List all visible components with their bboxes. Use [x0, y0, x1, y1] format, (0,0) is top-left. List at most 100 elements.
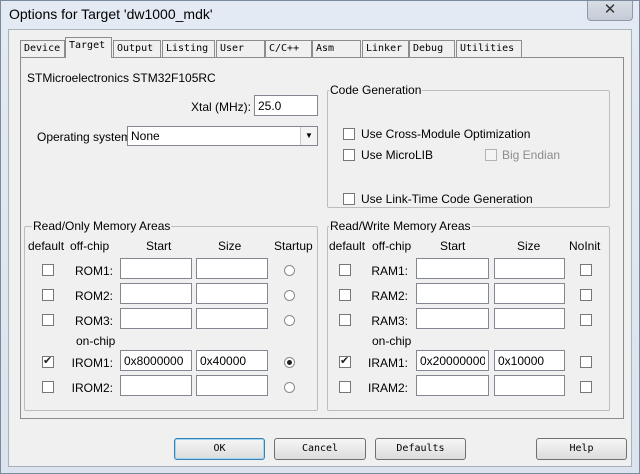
- link-time-checkbox[interactable]: [343, 193, 355, 205]
- tab-label: Output: [117, 43, 154, 54]
- ok-button[interactable]: OK: [174, 438, 265, 460]
- rom2-startup-radio[interactable]: [284, 290, 295, 301]
- close-icon: ✕: [603, 1, 617, 18]
- big-endian-label: Big Endian: [502, 148, 561, 162]
- ram3-size-input[interactable]: [494, 308, 565, 329]
- microlib-label: Use MicroLIB: [361, 148, 434, 162]
- xtal-label: Xtal (MHz):: [191, 100, 251, 114]
- irom1-size-input[interactable]: [196, 350, 268, 371]
- rom1-start-input[interactable]: [120, 258, 192, 279]
- tab-utilities[interactable]: Utilities: [456, 40, 522, 57]
- options-dialog: Options for Target 'dw1000_mdk' ✕ Device…: [0, 0, 640, 474]
- help-button[interactable]: Help: [536, 438, 627, 460]
- os-selected: None: [131, 129, 160, 143]
- iram1-start-input[interactable]: [416, 350, 489, 371]
- defaults-button[interactable]: Defaults: [375, 438, 466, 460]
- group-title: Read/Only Memory Areas: [32, 219, 172, 233]
- rom2-size-input[interactable]: [196, 283, 268, 304]
- header-start: Start: [146, 239, 172, 253]
- rom2-label: ROM2:: [75, 289, 114, 303]
- tab-label: Debug: [413, 43, 444, 54]
- irom2-size-input[interactable]: [196, 375, 268, 396]
- header-noinit: NoInit: [569, 239, 601, 253]
- header-offchip: off-chip: [70, 239, 110, 253]
- ram1-start-input[interactable]: [416, 258, 489, 279]
- ram1-label: RAM1:: [371, 264, 408, 278]
- header-size: Size: [218, 239, 242, 253]
- irom1-start-input[interactable]: [120, 350, 192, 371]
- irom2-default-checkbox[interactable]: [42, 381, 54, 393]
- onchip-label: on-chip: [372, 334, 412, 348]
- tab-output[interactable]: Output: [113, 40, 161, 57]
- header-default: default: [28, 239, 65, 253]
- ram3-start-input[interactable]: [416, 308, 489, 329]
- header-start: Start: [440, 239, 466, 253]
- ram2-noinit-checkbox[interactable]: [580, 289, 592, 301]
- rom1-size-input[interactable]: [196, 258, 268, 279]
- tab-user[interactable]: User: [216, 40, 265, 57]
- iram2-start-input[interactable]: [416, 375, 489, 396]
- rom2-default-checkbox[interactable]: [42, 289, 54, 301]
- rom3-size-input[interactable]: [196, 308, 268, 329]
- os-label: Operating system:: [37, 130, 135, 144]
- iram2-default-checkbox[interactable]: [339, 381, 351, 393]
- ram2-default-checkbox[interactable]: [339, 289, 351, 301]
- link-time-label: Use Link-Time Code Generation: [361, 192, 533, 206]
- tab-linker[interactable]: Linker: [362, 40, 409, 57]
- cross-module-checkbox[interactable]: [343, 128, 355, 140]
- tab-label: Target: [69, 40, 106, 51]
- irom1-label: IROM1:: [71, 356, 113, 370]
- irom1-default-checkbox[interactable]: [42, 354, 54, 368]
- rom3-label: ROM3:: [75, 314, 114, 328]
- os-select[interactable]: None ▼: [127, 126, 318, 146]
- irom2-start-input[interactable]: [120, 375, 192, 396]
- iram2-noinit-checkbox[interactable]: [580, 381, 592, 393]
- title-bar[interactable]: Options for Target 'dw1000_mdk' ✕: [1, 1, 639, 27]
- group-title: Read/Write Memory Areas: [329, 219, 472, 233]
- irom1-startup-radio[interactable]: [284, 357, 295, 368]
- rom1-label: ROM1:: [75, 264, 114, 278]
- irom2-startup-radio[interactable]: [284, 382, 295, 393]
- ram3-label: RAM3:: [371, 314, 408, 328]
- onchip-label: on-chip: [76, 334, 116, 348]
- iram1-noinit-checkbox[interactable]: [580, 356, 592, 368]
- iram1-default-checkbox[interactable]: [339, 354, 351, 368]
- readonly-memory-group: Read/Only Memory Areas default off-chip …: [24, 219, 318, 411]
- tab-label: Linker: [366, 43, 403, 54]
- iram2-size-input[interactable]: [494, 375, 565, 396]
- tab-asm[interactable]: Asm: [312, 40, 361, 57]
- ram1-noinit-checkbox[interactable]: [580, 264, 592, 276]
- ram3-default-checkbox[interactable]: [339, 314, 351, 326]
- rom1-startup-radio[interactable]: [284, 265, 295, 276]
- ram2-label: RAM2:: [371, 289, 408, 303]
- tab-label: Device: [24, 43, 61, 54]
- rom2-start-input[interactable]: [120, 283, 192, 304]
- ram2-size-input[interactable]: [494, 283, 565, 304]
- tab-c-cpp[interactable]: C/C++: [265, 40, 312, 57]
- tab-label: User: [220, 43, 245, 54]
- device-name: STMicroelectronics STM32F105RC: [27, 71, 216, 85]
- tab-debug[interactable]: Debug: [409, 40, 455, 57]
- ram1-size-input[interactable]: [494, 258, 565, 279]
- cancel-button[interactable]: Cancel: [274, 438, 366, 460]
- close-button[interactable]: ✕: [587, 1, 633, 21]
- irom2-label: IROM2:: [71, 381, 113, 395]
- ram3-noinit-checkbox[interactable]: [580, 314, 592, 326]
- tab-device[interactable]: Device: [20, 40, 65, 57]
- rom3-start-input[interactable]: [120, 308, 192, 329]
- chevron-down-icon[interactable]: ▼: [300, 127, 317, 145]
- rom3-default-checkbox[interactable]: [42, 314, 54, 326]
- iram1-label: IRAM1:: [367, 356, 408, 370]
- tab-label: C/C++: [269, 43, 300, 54]
- code-generation-group: Code Generation Use Cross-Module Optimiz…: [327, 83, 610, 208]
- rom3-startup-radio[interactable]: [284, 315, 295, 326]
- iram1-size-input[interactable]: [494, 350, 565, 371]
- xtal-input[interactable]: [254, 95, 318, 116]
- rom1-default-checkbox[interactable]: [42, 264, 54, 276]
- ram2-start-input[interactable]: [416, 283, 489, 304]
- tab-listing[interactable]: Listing: [162, 40, 215, 57]
- ram1-default-checkbox[interactable]: [339, 264, 351, 276]
- tab-target[interactable]: Target: [65, 37, 112, 58]
- big-endian-checkbox[interactable]: [485, 149, 497, 161]
- microlib-checkbox[interactable]: [343, 149, 355, 161]
